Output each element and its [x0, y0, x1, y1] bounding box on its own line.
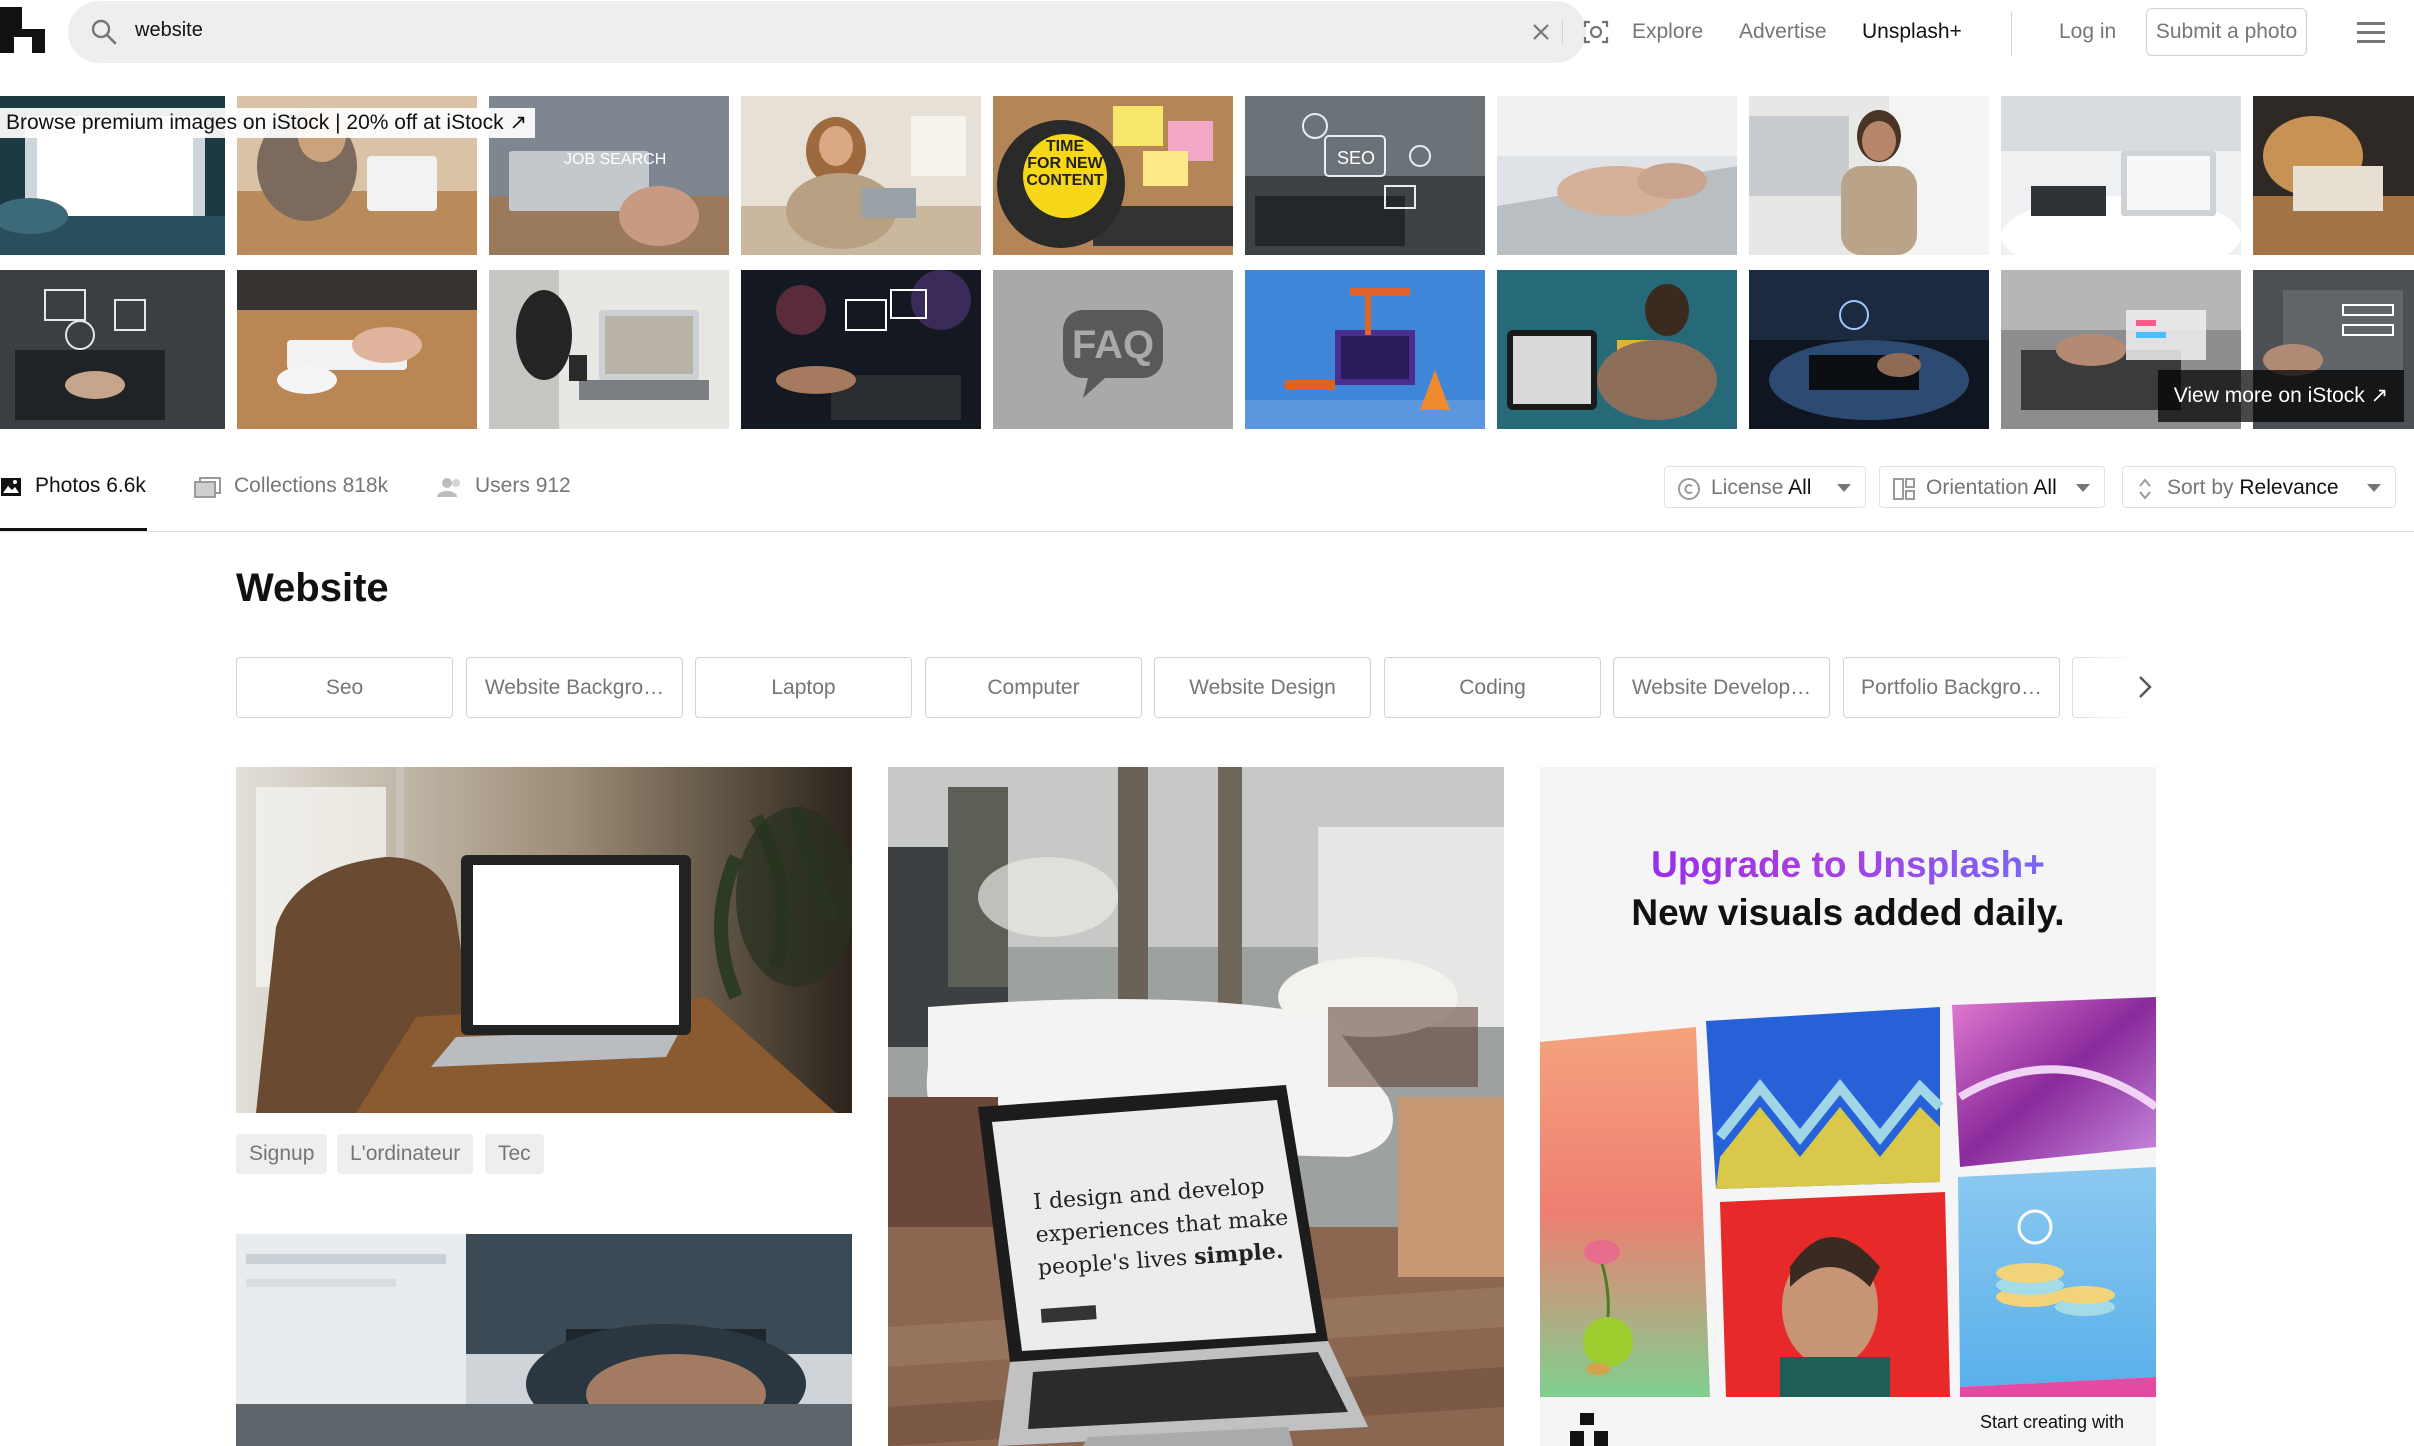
view-more-istock-button[interactable]: View more on iStock ↗ [2158, 370, 2404, 422]
photo-hands-typing[interactable] [236, 1234, 852, 1446]
caret-down-icon [2076, 484, 2090, 492]
related-searches: Seo Website Backgro… Laptop Computer Web… [236, 657, 2166, 719]
tab-photos-label: Photos [35, 474, 101, 497]
search-divider [1562, 19, 1563, 45]
tab-users-count: 912 [535, 474, 571, 497]
chevron-right-icon[interactable] [2136, 674, 2154, 700]
sort-filter[interactable]: Sort by Relevance [2122, 466, 2396, 508]
istock-thumb[interactable] [489, 270, 729, 429]
istock-thumb[interactable] [237, 270, 477, 429]
visual-search-icon[interactable] [1582, 18, 1610, 46]
sort-filter-value: Relevance [2239, 476, 2339, 499]
istock-thumb[interactable] [1245, 270, 1485, 429]
caret-down-icon [2367, 484, 2381, 492]
hamburger-menu-icon[interactable] [2356, 20, 2386, 44]
sort-filter-label: Sort by [2167, 476, 2234, 499]
tab-photos-count: 6.6k [106, 474, 146, 497]
istock-thumb[interactable] [0, 270, 225, 429]
tab-users-label: Users [475, 474, 530, 497]
related-chip[interactable]: Portfolio Backgro… [1843, 657, 2060, 718]
unsplash-logo[interactable] [0, 7, 45, 53]
istock-carousel: JOB SEARCH TIMEFOR NEWCONTENT SEO FAQ [0, 96, 2414, 446]
istock-thumb[interactable] [1497, 270, 1737, 429]
related-chip[interactable]: Website Develop… [1613, 657, 1830, 718]
unsplash-plus-promo[interactable]: Upgrade to Unsplash+ New visuals added d… [1540, 767, 2156, 1446]
related-chip[interactable]: Website Backgro… [466, 657, 683, 718]
photo-laptop-armchair[interactable] [236, 767, 852, 1113]
submit-photo-button[interactable]: Submit a photo [2146, 8, 2307, 56]
photo-tag[interactable]: L'ordinateur [337, 1134, 474, 1174]
related-chip[interactable]: Laptop [695, 657, 912, 718]
header-divider [2011, 12, 2012, 56]
istock-thumb[interactable]: SEO [1245, 96, 1485, 255]
seo-text: SEO [1337, 148, 1375, 168]
istock-thumb[interactable] [741, 270, 981, 429]
promo-collage [1540, 997, 2156, 1397]
search-input[interactable]: website [135, 19, 203, 42]
orientation-icon [1893, 478, 1915, 500]
tab-collections-count: 818k [342, 474, 389, 497]
license-filter[interactable]: License All [1664, 466, 1866, 508]
related-chip[interactable]: Coding [1384, 657, 1601, 718]
related-chip[interactable]: Website Design [1154, 657, 1371, 718]
collections-icon [194, 477, 221, 498]
login-link[interactable]: Log in [2059, 20, 2116, 44]
istock-thumb[interactable] [2253, 96, 2414, 255]
active-tab-indicator [0, 528, 147, 531]
photos-icon [1, 478, 21, 496]
faq-text: FAQ [1072, 323, 1154, 367]
top-header: website Explore Advertise Unsplash+ Log … [0, 0, 2414, 77]
istock-thumb[interactable] [1497, 96, 1737, 255]
copyright-icon [1678, 478, 1700, 500]
license-filter-label: License [1711, 476, 1784, 499]
nav-unsplash-plus-link[interactable]: Unsplash+ [1862, 20, 1962, 44]
photo-tag[interactable]: Tec [485, 1134, 544, 1174]
promo-start-text: Start creating with [1980, 1412, 2125, 1432]
nav-explore-link[interactable]: Explore [1632, 20, 1703, 44]
search-icon [91, 19, 117, 45]
job-search-text: JOB SEARCH [564, 151, 666, 168]
istock-thumb[interactable] [1749, 96, 1989, 255]
istock-thumb[interactable] [741, 96, 981, 255]
orientation-filter[interactable]: Orientation All [1879, 466, 2105, 508]
istock-banner-link[interactable]: Browse premium images on iStock | 20% of… [0, 108, 536, 138]
caret-down-icon [1837, 484, 1851, 492]
promo-heading: Upgrade to Unsplash+ New visuals added d… [1540, 844, 2156, 934]
related-chip[interactable]: Seo [236, 657, 453, 718]
orientation-filter-value: All [2033, 476, 2057, 499]
tab-collections-label: Collections [234, 474, 337, 497]
istock-thumb[interactable]: TIME FOR NEW CONTENT [993, 96, 1233, 255]
users-icon [437, 478, 460, 497]
search-bar[interactable]: website [68, 1, 1609, 63]
nav-advertise-link[interactable]: Advertise [1739, 20, 1827, 44]
promo-heading-line2: New visuals added daily. [1631, 892, 2065, 933]
sort-icon [2139, 478, 2151, 500]
clear-search-icon[interactable] [1530, 21, 1552, 43]
license-filter-value: All [1788, 476, 1812, 499]
photo-tag[interactable]: Signup [236, 1134, 328, 1174]
promo-heading-line1: Upgrade to Unsplash+ [1540, 844, 2156, 886]
istock-thumb[interactable] [2001, 96, 2241, 255]
photo-macbook-design-quote[interactable]: I design and develop experiences that ma… [888, 767, 1504, 1446]
istock-thumb[interactable]: FAQ [993, 270, 1233, 429]
related-chip[interactable]: Computer [925, 657, 1142, 718]
results-tabs-bar: Photos 6.6k Collections 818k Users 912 L… [0, 446, 2414, 532]
orientation-filter-label: Orientation [1926, 476, 2029, 499]
istock-thumb[interactable] [1749, 270, 1989, 429]
unsplash-plus-logo [1570, 1413, 1608, 1446]
page-title: Website [236, 566, 389, 610]
